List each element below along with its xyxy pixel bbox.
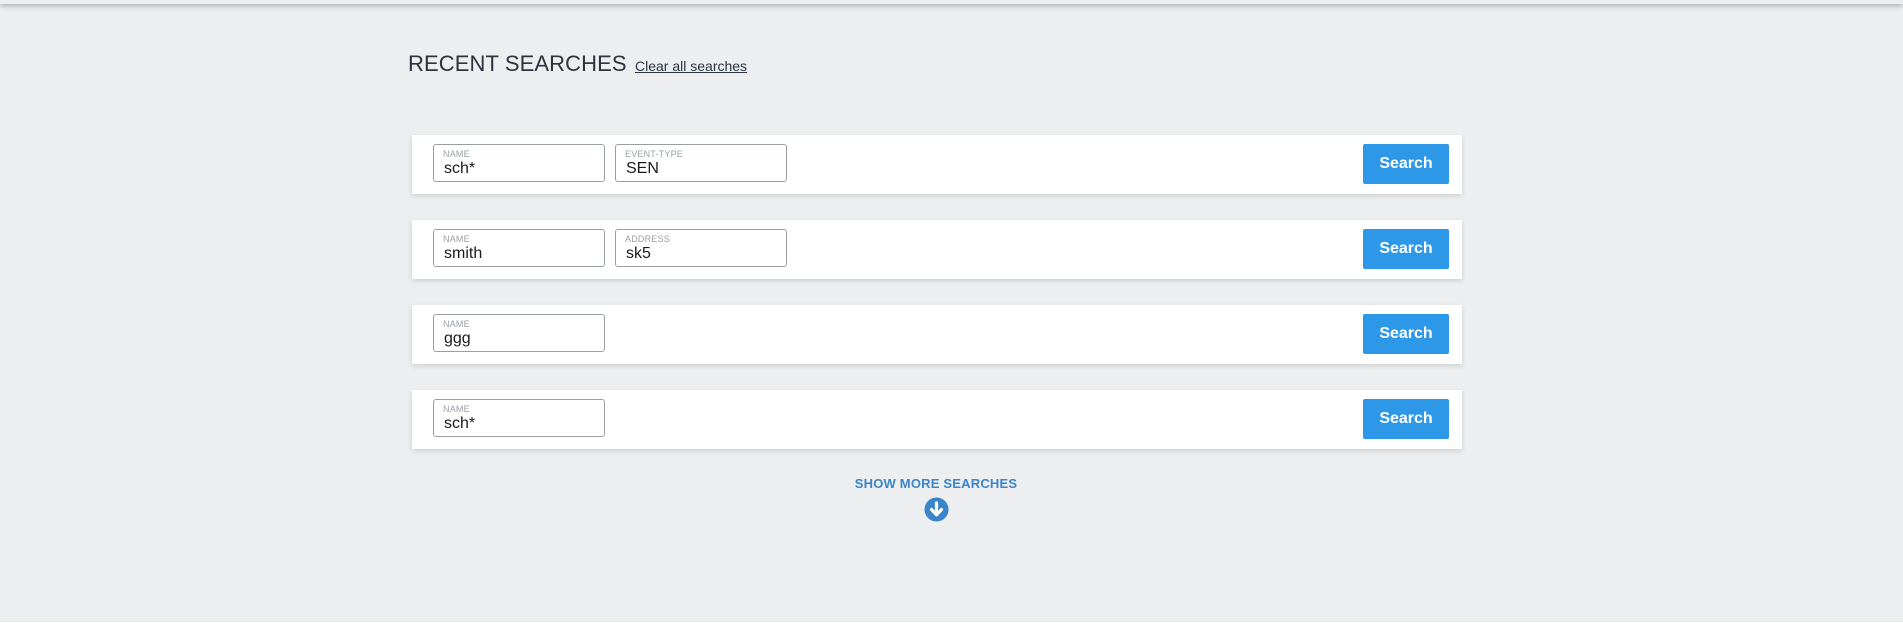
field-value: ggg bbox=[444, 330, 471, 347]
top-header-bar bbox=[0, 0, 1903, 4]
page-title: RECENT SEARCHES bbox=[408, 51, 627, 76]
name-field[interactable]: NAME sch* bbox=[433, 144, 605, 182]
show-more-searches-button[interactable]: SHOW MORE SEARCHES bbox=[836, 476, 1036, 522]
field-label: NAME bbox=[443, 319, 470, 329]
recent-search-row: NAME smith ADDRESS sk5 Search bbox=[412, 220, 1462, 279]
field-label: NAME bbox=[443, 149, 470, 159]
search-button[interactable]: Search bbox=[1363, 229, 1449, 269]
field-value: sk5 bbox=[626, 245, 651, 262]
search-button[interactable]: Search bbox=[1363, 399, 1449, 439]
content-area: RECENT SEARCHES Clear all searches NAME … bbox=[0, 0, 1903, 622]
recent-search-row: NAME sch* EVENT-TYPE SEN Search bbox=[412, 135, 1462, 194]
name-field[interactable]: NAME smith bbox=[433, 229, 605, 267]
event-type-field[interactable]: EVENT-TYPE SEN bbox=[615, 144, 787, 182]
field-value: SEN bbox=[626, 160, 659, 177]
field-value: sch* bbox=[444, 415, 476, 432]
search-button[interactable]: Search bbox=[1363, 144, 1449, 184]
field-label: NAME bbox=[443, 234, 470, 244]
show-more-label: SHOW MORE SEARCHES bbox=[854, 476, 1018, 491]
name-field[interactable]: NAME sch* bbox=[433, 399, 605, 437]
field-value: smith bbox=[444, 245, 483, 262]
clear-all-searches-link[interactable]: Clear all searches bbox=[635, 57, 747, 75]
recent-search-row: NAME sch* Search bbox=[412, 390, 1462, 449]
arrow-circle-down-icon[interactable] bbox=[924, 497, 949, 522]
field-label: NAME bbox=[443, 404, 470, 414]
field-label: EVENT-TYPE bbox=[625, 149, 684, 159]
field-label: ADDRESS bbox=[625, 234, 670, 244]
recent-search-row: NAME ggg Search bbox=[412, 305, 1462, 364]
name-field[interactable]: NAME ggg bbox=[433, 314, 605, 352]
field-value: sch* bbox=[444, 160, 476, 177]
search-button[interactable]: Search bbox=[1363, 314, 1449, 354]
address-field[interactable]: ADDRESS sk5 bbox=[615, 229, 787, 267]
